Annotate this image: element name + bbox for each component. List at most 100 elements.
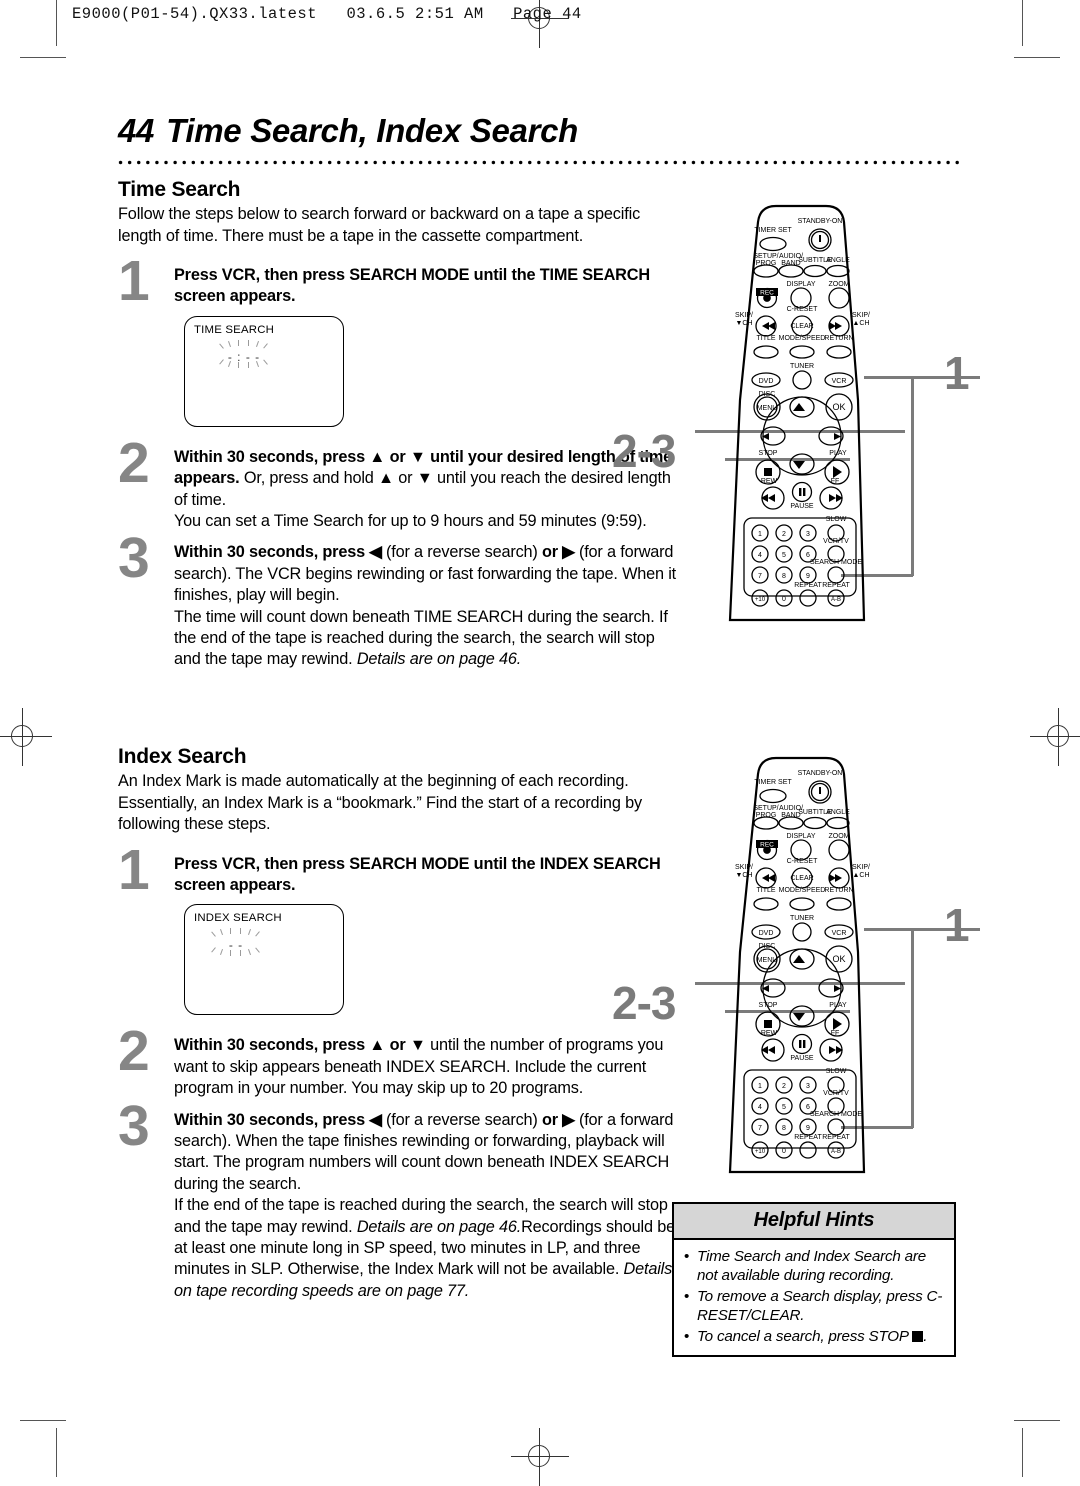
svg-text:8: 8: [782, 573, 786, 580]
svg-text:MODE/SPEED: MODE/SPEED: [779, 335, 826, 342]
stop-square-icon: [912, 1330, 924, 1342]
step-bold2-text: or ▶: [542, 543, 575, 562]
svg-text:0: 0: [782, 596, 786, 603]
svg-text:VCR: VCR: [832, 930, 847, 937]
time-search-section: Time Search Follow the steps below to se…: [118, 178, 678, 671]
crop-mark-bottom-right-horizontal: [1014, 1420, 1060, 1421]
svg-text:7: 7: [758, 573, 762, 580]
svg-text:+10: +10: [755, 1149, 766, 1155]
svg-text:DISC: DISC: [759, 391, 776, 398]
svg-text:REPEAT: REPEAT: [822, 1134, 850, 1141]
osd-label: TIME SEARCH: [194, 323, 275, 336]
step-mid-text: (for a reverse search): [381, 543, 543, 562]
remote-body-svg: STANDBY-ON TIMER SET SETUP/PROG AUDIO/BA…: [728, 204, 870, 622]
svg-text:▼CH: ▼CH: [735, 320, 752, 327]
svg-text:PAUSE: PAUSE: [790, 503, 814, 510]
svg-text:9: 9: [806, 573, 810, 580]
svg-text:SEARCH MODE: SEARCH MODE: [810, 559, 862, 566]
step-mid-text: (for a reverse search): [381, 1110, 543, 1129]
svg-text:6: 6: [806, 1104, 810, 1111]
time-search-step-2: 2 Within 30 seconds, press ▲ or ▼ until …: [118, 434, 678, 533]
svg-text:VCR/TV: VCR/TV: [823, 538, 849, 545]
svg-text:SKIP/: SKIP/: [735, 312, 753, 319]
svg-text:PROG: PROG: [756, 812, 777, 819]
step-number: 1: [118, 249, 150, 313]
svg-text:9: 9: [806, 1125, 810, 1132]
svg-text:REPEAT: REPEAT: [794, 582, 822, 589]
hint-text: To cancel a search, press STOP: [697, 1327, 909, 1345]
svg-text:C-RESET: C-RESET: [787, 858, 818, 865]
svg-text:TITLE: TITLE: [756, 887, 775, 894]
svg-text:PLAY: PLAY: [829, 450, 847, 457]
step-bold-text: Press VCR, then press SEARCH MODE until …: [174, 854, 661, 894]
svg-text:STOP: STOP: [759, 450, 778, 457]
svg-text:REC: REC: [760, 290, 774, 297]
crop-mark-top-right-horizontal: [1014, 57, 1060, 58]
index-search-intro: An Index Mark is made automatically at t…: [118, 772, 642, 833]
svg-text:MENU: MENU: [757, 957, 778, 964]
svg-text:3: 3: [806, 1083, 810, 1090]
svg-text:SKIP/: SKIP/: [852, 312, 870, 319]
svg-text:TIMER SET: TIMER SET: [754, 779, 792, 786]
step-italic-note: Details are on page 46.: [356, 650, 522, 669]
print-header-text: E9000(P01-54).QX33.latest 03.6.5 2:51 AM…: [72, 5, 582, 23]
svg-text:DVD: DVD: [759, 930, 774, 937]
svg-text:STANDBY-ON: STANDBY-ON: [798, 770, 843, 777]
crop-mark-bottom-left-vertical: [56, 1428, 57, 1477]
svg-text:OK: OK: [832, 954, 845, 964]
svg-text:TITLE: TITLE: [756, 335, 775, 342]
step-bold-text: Press VCR, then press SEARCH MODE until …: [174, 266, 650, 306]
registration-mark-left: [0, 708, 52, 766]
index-search-heading: Index Search: [118, 745, 247, 768]
svg-text:DISPLAY: DISPLAY: [786, 281, 815, 288]
index-search-step-2: 2 Within 30 seconds, press ▲ or ▼ until …: [118, 1023, 678, 1099]
svg-text:CLEAR: CLEAR: [790, 875, 813, 882]
crop-mark-bottom-left-horizontal: [20, 1420, 66, 1421]
svg-text:STANDBY-ON: STANDBY-ON: [798, 218, 843, 225]
svg-text:7: 7: [758, 1125, 762, 1132]
svg-text:REW: REW: [761, 478, 778, 485]
time-search-intro: Follow the steps below to search forward…: [118, 205, 641, 245]
callout-label-2-3: 2-3: [612, 425, 676, 477]
list-item: To remove a Search display, press C-RESE…: [682, 1287, 946, 1326]
step-number: 2: [118, 1019, 150, 1084]
step-bold2-text: or ▶: [542, 1110, 575, 1129]
crop-mark-top-left-vertical: [56, 0, 57, 46]
svg-text:1: 1: [758, 1083, 762, 1090]
svg-text:SETUP/: SETUP/: [753, 253, 778, 260]
svg-text:ZOOM: ZOOM: [829, 281, 850, 288]
remote-body-svg: STANDBY-ON TIMER SET SETUP/PROG AUDIO/BA…: [728, 756, 870, 1174]
title-divider: [116, 158, 961, 167]
helpful-hints-title: Helpful Hints: [674, 1204, 954, 1240]
svg-text:8: 8: [782, 1125, 786, 1132]
osd-time-search: TIME SEARCH - : - -: [184, 315, 344, 427]
svg-text:DVD: DVD: [759, 378, 774, 385]
svg-text:RETURN: RETURN: [824, 335, 853, 342]
svg-text:5: 5: [782, 1104, 786, 1111]
index-search-step-3: 3 Within 30 seconds, press ◀ (for a reve…: [118, 1097, 678, 1303]
svg-text:0: 0: [782, 1148, 786, 1155]
helpful-hints-box: Helpful Hints Time Search and Index Sear…: [672, 1202, 956, 1358]
remote-diagram-bottom: 1 2-3 STANDBY-ON TIMER SET SETUP/ PROG A…: [612, 752, 980, 1192]
list-item: Time Search and Index Search are not ava…: [682, 1247, 946, 1286]
osd-index-search: INDEX SEARCH - -: [184, 904, 344, 1016]
svg-text:SKIP/: SKIP/: [735, 864, 753, 871]
svg-text:PLAY: PLAY: [829, 1002, 847, 1009]
svg-text:TIMER SET: TIMER SET: [754, 227, 792, 234]
time-search-heading: Time Search: [118, 178, 241, 201]
svg-text:+10: +10: [755, 597, 766, 603]
step-number: 1: [118, 837, 150, 902]
svg-text:3: 3: [806, 531, 810, 538]
svg-text:2: 2: [782, 1083, 786, 1090]
svg-text:SETUP/: SETUP/: [753, 805, 778, 812]
svg-text:DISC: DISC: [759, 943, 776, 950]
page-title: 44 Time Search, Index Search: [118, 112, 578, 150]
step-bold-text: Within 30 seconds, press ◀: [174, 1110, 382, 1129]
crop-mark-top-left-horizontal: [20, 57, 66, 58]
svg-text:REPEAT: REPEAT: [794, 1134, 822, 1141]
svg-text:SEARCH MODE: SEARCH MODE: [810, 1111, 862, 1118]
osd-blinking-value: - -: [207, 928, 265, 957]
svg-text:▲CH: ▲CH: [852, 872, 869, 879]
svg-text:STOP: STOP: [759, 1002, 778, 1009]
callout-label-2-3: 2-3: [612, 977, 676, 1029]
